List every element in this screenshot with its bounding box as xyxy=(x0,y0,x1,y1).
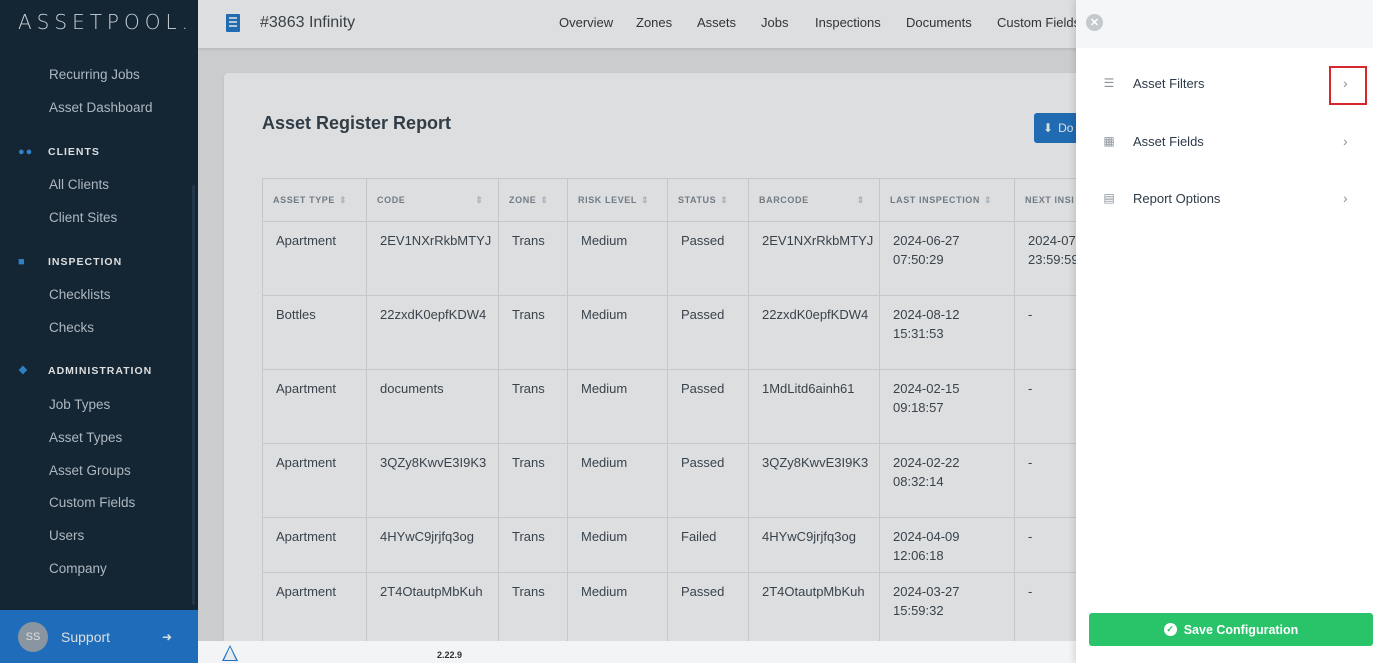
document-icon: ▤ xyxy=(1103,191,1115,205)
panel-item-report-options[interactable]: ▤ Report Options › xyxy=(1076,178,1373,218)
filter-icon: ☰ xyxy=(1103,76,1115,90)
panel-item-label: Asset Fields xyxy=(1133,133,1204,149)
highlight-box xyxy=(1329,66,1367,105)
panel-header: ✕ xyxy=(1076,0,1373,48)
footer: 2.22.9 xyxy=(198,641,1076,663)
modal-overlay[interactable] xyxy=(0,0,1076,663)
panel-item-asset-fields[interactable]: ▦ Asset Fields › xyxy=(1076,121,1373,161)
panel-item-label: Asset Filters xyxy=(1133,75,1205,91)
save-configuration-button[interactable]: ✓ Save Configuration xyxy=(1089,613,1373,646)
close-icon[interactable]: ✕ xyxy=(1086,14,1103,31)
assetpool-mark-icon xyxy=(222,645,238,661)
chevron-right-icon[interactable]: › xyxy=(1343,190,1348,206)
version-label: 2.22.9 xyxy=(437,650,463,660)
check-circle-icon: ✓ xyxy=(1163,623,1177,636)
grid-icon: ▦ xyxy=(1103,134,1115,148)
chevron-right-icon[interactable]: › xyxy=(1343,133,1348,149)
save-label: Save Configuration xyxy=(1183,622,1299,637)
panel-item-label: Report Options xyxy=(1133,190,1221,206)
